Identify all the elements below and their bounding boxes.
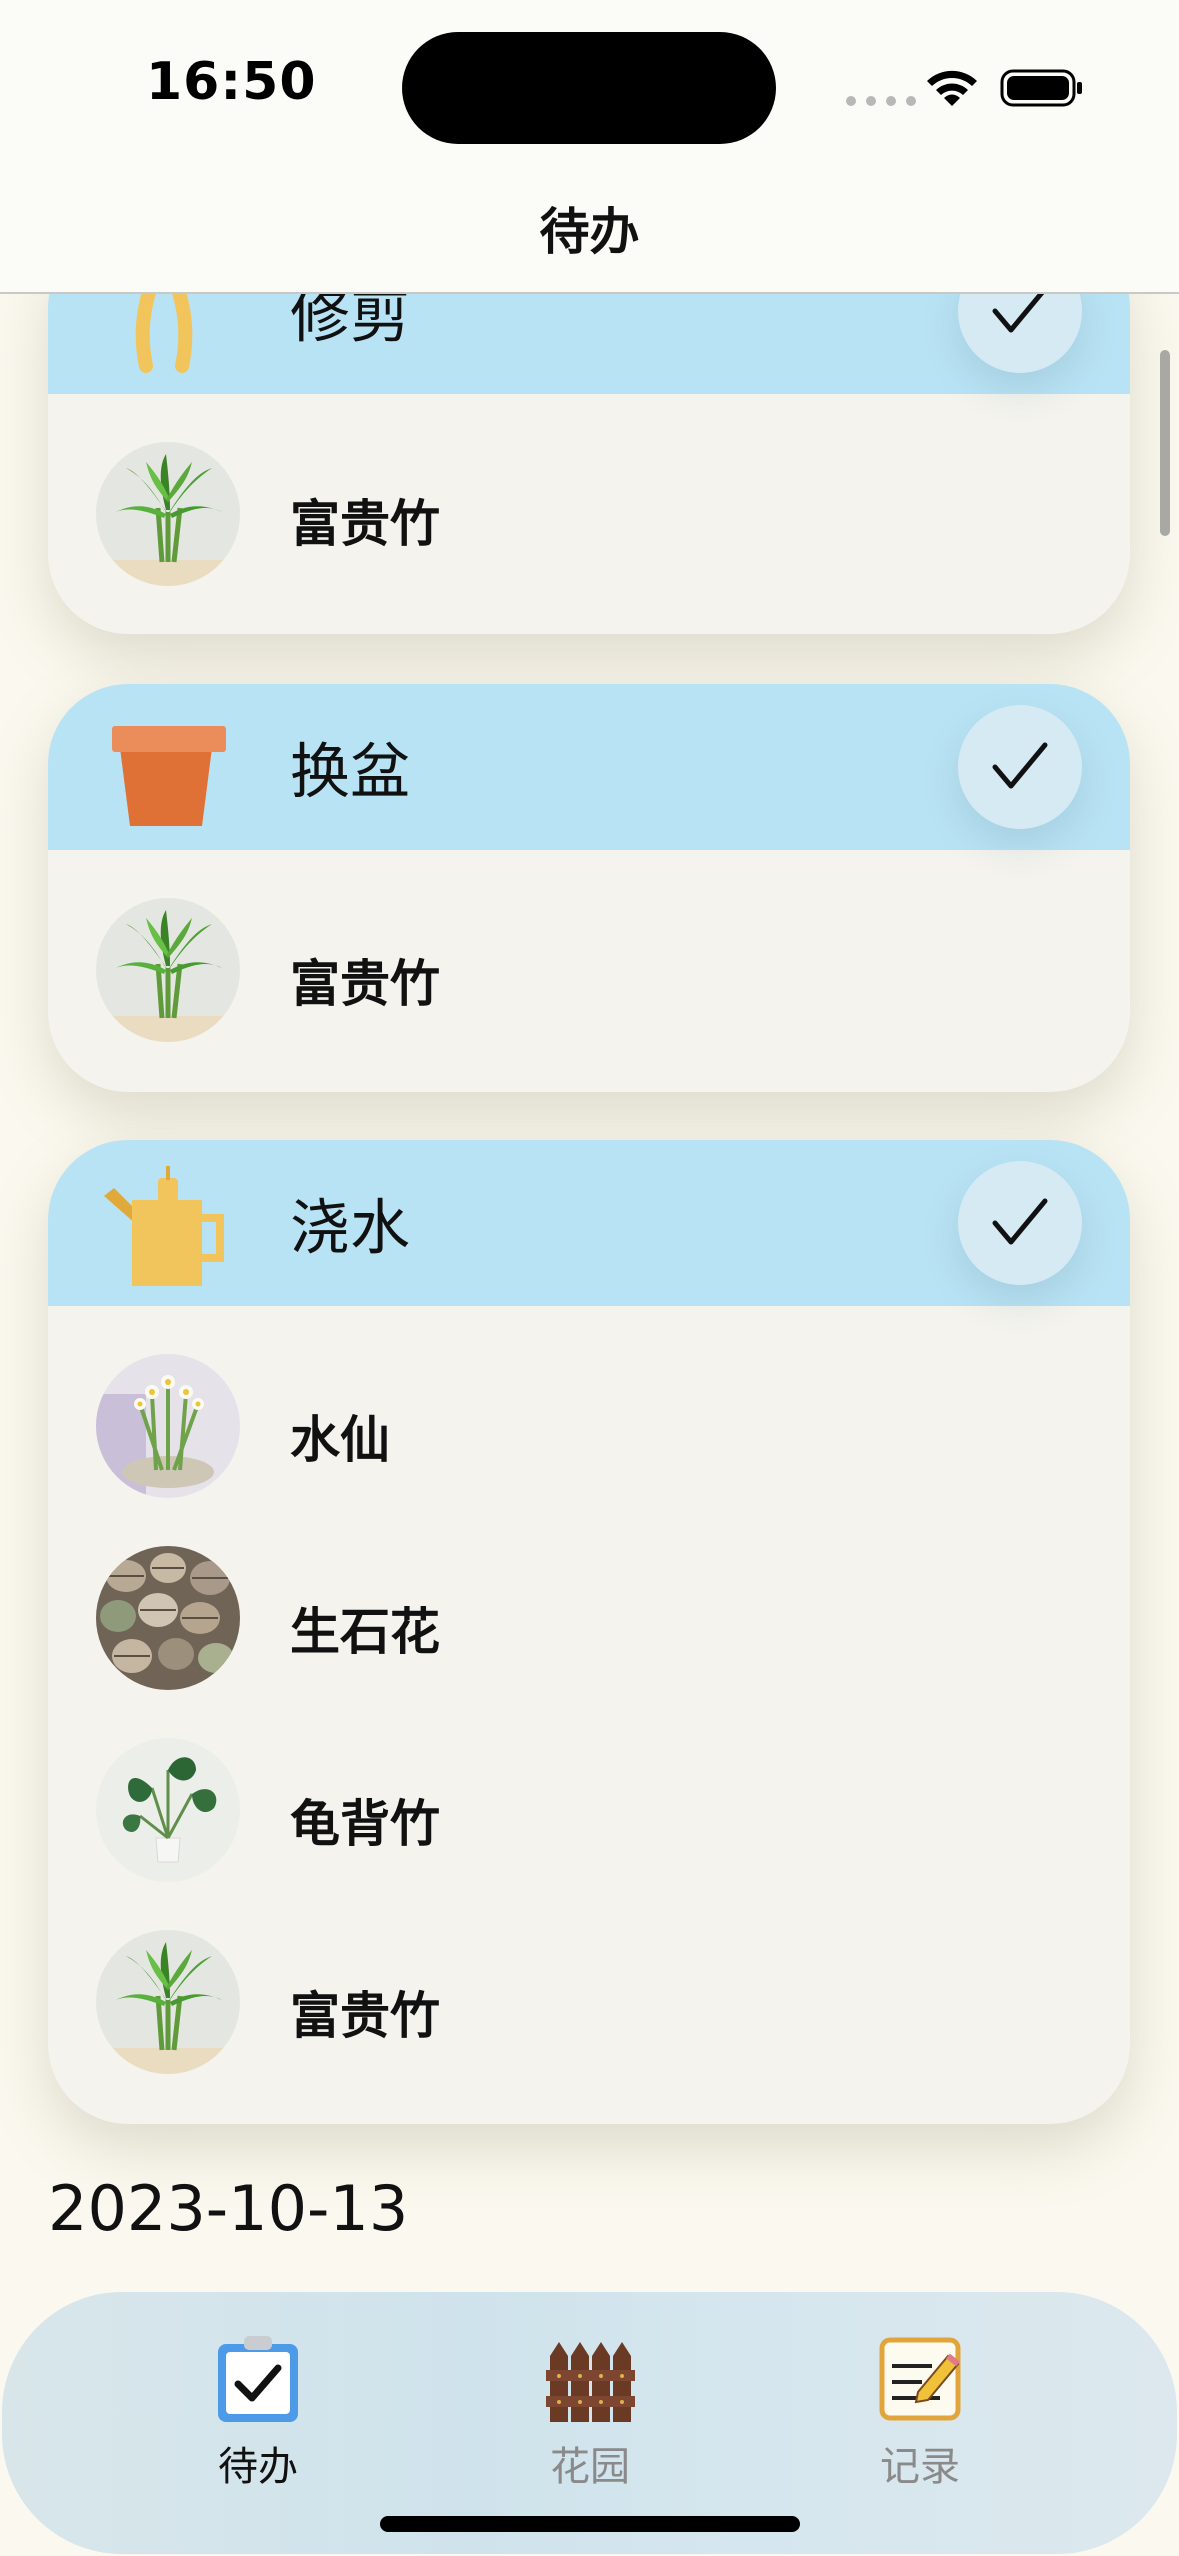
- plant-list-item[interactable]: 生石花: [48, 1498, 1130, 1690]
- status-time: 16:50: [146, 52, 317, 112]
- todo-clipboard-icon: [218, 2336, 298, 2422]
- plant-list-item[interactable]: 富贵竹: [48, 1882, 1130, 2074]
- section-date-header: 2023-10-13: [48, 2172, 409, 2245]
- plant-name: 生石花: [290, 1603, 440, 1661]
- lucky-bamboo-photo: [96, 442, 240, 586]
- tab-label: 待办: [218, 2444, 298, 2490]
- task-title: 换盆: [290, 737, 410, 808]
- plant-name: 富贵竹: [290, 1987, 440, 2045]
- tab-garden[interactable]: 花园: [490, 2336, 690, 2496]
- plant-list-item[interactable]: 龟背竹: [48, 1690, 1130, 1882]
- plant-name: 龟背竹: [290, 1795, 440, 1853]
- checkmark-icon: [992, 1198, 1048, 1245]
- cellular-signal-icon: [846, 96, 916, 106]
- plant-list-item[interactable]: 水仙: [48, 1306, 1130, 1498]
- lucky-bamboo-photo: [96, 898, 240, 1042]
- tab-label: 记录: [880, 2444, 960, 2490]
- monstera-photo: [96, 1738, 240, 1882]
- home-indicator[interactable]: [380, 2516, 800, 2532]
- watering-can-icon: [104, 1166, 224, 1286]
- tab-bar: 待办 花园 记录: [2, 2292, 1177, 2554]
- narcissus-photo: [96, 1354, 240, 1498]
- lithops-photo: [96, 1546, 240, 1690]
- tab-records[interactable]: 记录: [820, 2336, 1020, 2496]
- complete-task-button[interactable]: [958, 1161, 1082, 1285]
- plant-list-item[interactable]: 富贵竹: [48, 394, 1130, 586]
- battery-icon: [1000, 69, 1082, 107]
- wifi-icon: [927, 70, 977, 106]
- record-notepad-icon: [879, 2337, 961, 2421]
- checkmark-icon: [992, 742, 1048, 789]
- dynamic-island: [402, 32, 776, 144]
- task-title: 浇水: [290, 1193, 410, 1264]
- navigation-bar: 16:50 待办: [0, 0, 1179, 294]
- plant-list-item[interactable]: 富贵竹: [48, 850, 1130, 1042]
- flower-pot-icon: [112, 726, 226, 826]
- garden-fence-icon: [546, 2342, 635, 2422]
- lucky-bamboo-photo: [96, 1930, 240, 2074]
- task-card-water: 浇水 水仙 生石花 龟背竹 富贵竹: [48, 1140, 1130, 2124]
- vertical-scrollbar[interactable]: [1160, 350, 1170, 536]
- task-card-header: 换盆: [48, 684, 1130, 850]
- tab-label: 花园: [550, 2444, 630, 2490]
- plant-name: 富贵竹: [290, 955, 440, 1013]
- plant-name: 富贵竹: [290, 495, 440, 553]
- tab-todo[interactable]: 待办: [158, 2336, 358, 2496]
- plant-name: 水仙: [290, 1411, 390, 1469]
- complete-task-button[interactable]: [958, 705, 1082, 829]
- task-card-repot: 换盆 富贵竹: [48, 684, 1130, 1092]
- page-title: 待办: [539, 203, 640, 261]
- task-card-header: 浇水: [48, 1140, 1130, 1306]
